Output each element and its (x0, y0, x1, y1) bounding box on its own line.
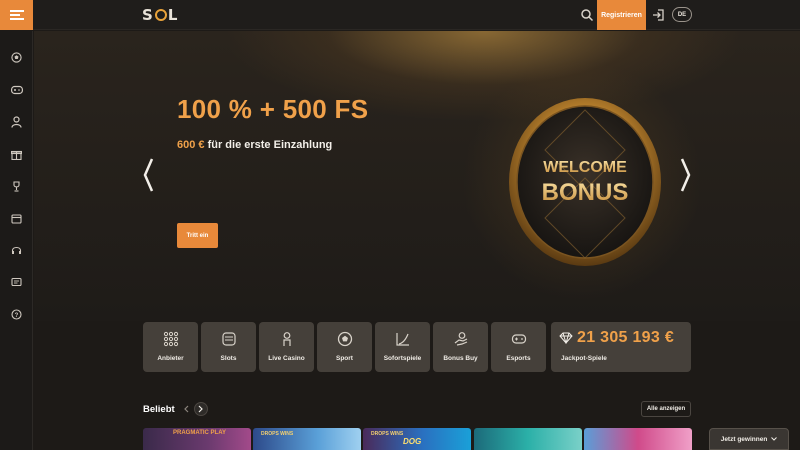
coin-line2: BONUS (542, 179, 629, 206)
dealer-icon (282, 332, 291, 346)
gamepad-icon (511, 334, 526, 344)
win-now-label: Jetzt gewinnen (720, 435, 768, 443)
hero-subtitle: 600 € für die erste Einzahlung (177, 139, 332, 151)
hero-title: 100 % + 500 FS (177, 94, 369, 124)
category-label: Sport (336, 355, 353, 362)
hamburger-icon (9, 10, 24, 20)
jackpot-tile[interactable]: 21 305 193 € Jackpot-Spiele (551, 322, 691, 372)
popular-next-button[interactable] (194, 402, 208, 416)
svg-text:?: ? (15, 313, 19, 319)
sidebar-item-live-casino[interactable] (9, 114, 24, 129)
category-label: Slots (220, 355, 237, 362)
sidebar-item-chat[interactable] (9, 275, 24, 290)
logo-letter-s: S (142, 6, 154, 24)
chevron-right-icon (198, 405, 203, 413)
chevron-left-icon (184, 405, 189, 413)
grid-dots-icon (163, 331, 178, 347)
category-instant-games[interactable]: Sofortspiele (375, 322, 430, 372)
sidebar-item-help[interactable]: ? (9, 307, 24, 322)
top-bar: S L Registrieren DE (0, 0, 800, 30)
jackpot-label: Jackpot-Spiele (561, 355, 607, 362)
trophy-icon (13, 181, 20, 192)
logo-letter-l: L (167, 6, 179, 24)
game-card[interactable]: DROPS WINS DOG (363, 428, 471, 450)
casino-app: S L Registrieren DE ? 100 % + 500 FS 600… (0, 0, 800, 450)
gift-icon (11, 150, 22, 160)
help-icon: ? (11, 309, 22, 320)
search-icon[interactable] (580, 8, 594, 22)
slot-machine-icon (221, 332, 236, 346)
soccer-ball-icon (337, 331, 352, 347)
game-card[interactable] (584, 428, 692, 450)
sidebar-item-games[interactable] (9, 82, 24, 97)
chat-icon (11, 277, 22, 287)
welcome-bonus-coin-image: WELCOME BONUS (509, 98, 661, 266)
carousel-prev-arrow-icon[interactable] (142, 157, 154, 193)
game-card[interactable] (474, 428, 582, 450)
gamepad-icon (10, 85, 23, 94)
support-headset-icon (11, 246, 22, 254)
bonus-amount: 600 € (177, 139, 205, 151)
game-title: DOG (403, 437, 422, 446)
game-provider: PRAGMATIC PLAY (173, 430, 227, 436)
join-button[interactable]: Tritt ein (177, 223, 218, 248)
hero-subtitle-text: für die erste Einzahlung (204, 139, 333, 151)
category-label: Sofortspiele (383, 355, 422, 362)
hand-coin-icon (454, 332, 467, 346)
register-button[interactable]: Registrieren (597, 0, 646, 30)
category-label: Live Casino (268, 355, 305, 362)
category-bonus-buy[interactable]: Bonus Buy (433, 322, 488, 372)
win-now-button[interactable]: Jetzt gewinnen (709, 428, 789, 450)
category-label: Esports (506, 355, 531, 362)
dealer-icon (11, 115, 22, 128)
show-all-button[interactable]: Alle anzeigen (641, 401, 691, 417)
hero-banner: 100 % + 500 FS 600 € für die erste Einza… (34, 31, 800, 321)
category-providers[interactable]: Anbieter (143, 322, 198, 372)
popular-prev-button[interactable] (180, 403, 192, 415)
sidebar-item-promotions[interactable] (9, 147, 24, 162)
category-slots[interactable]: Slots (201, 322, 256, 372)
login-icon[interactable] (651, 8, 665, 22)
game-card[interactable]: PRAGMATIC PLAY (143, 428, 251, 450)
drops-wins-badge: DROPS WINS (261, 431, 294, 437)
category-sport[interactable]: Sport (317, 322, 372, 372)
sidebar: ? (0, 31, 33, 450)
category-label: Bonus Buy (443, 355, 478, 362)
calendar-icon (11, 214, 22, 224)
sidebar-item-tournaments[interactable] (9, 179, 24, 194)
section-title-popular: Beliebt (143, 404, 175, 415)
jackpot-amount: 21 305 193 € (577, 329, 675, 346)
coin-line1: WELCOME (543, 159, 627, 176)
sidebar-item-support[interactable] (9, 243, 24, 258)
diamond-icon (559, 332, 573, 344)
chart-line-icon (395, 333, 409, 346)
drops-wins-badge: DROPS WINS (371, 431, 404, 437)
language-switch[interactable]: DE (672, 7, 692, 22)
carousel-next-arrow-icon[interactable] (680, 157, 692, 193)
category-label: Anbieter (157, 355, 184, 362)
menu-button[interactable] (0, 0, 33, 30)
game-card[interactable]: DROPS WINS (253, 428, 361, 450)
soccer-ball-icon (11, 52, 22, 63)
category-live-casino[interactable]: Live Casino (259, 322, 314, 372)
chevron-down-icon (771, 437, 778, 441)
logo[interactable]: S L (142, 6, 178, 24)
logo-sun-icon (154, 9, 167, 21)
category-esports[interactable]: Esports (491, 322, 546, 372)
sidebar-item-calendar[interactable] (9, 211, 24, 226)
sidebar-item-sport[interactable] (9, 50, 24, 65)
